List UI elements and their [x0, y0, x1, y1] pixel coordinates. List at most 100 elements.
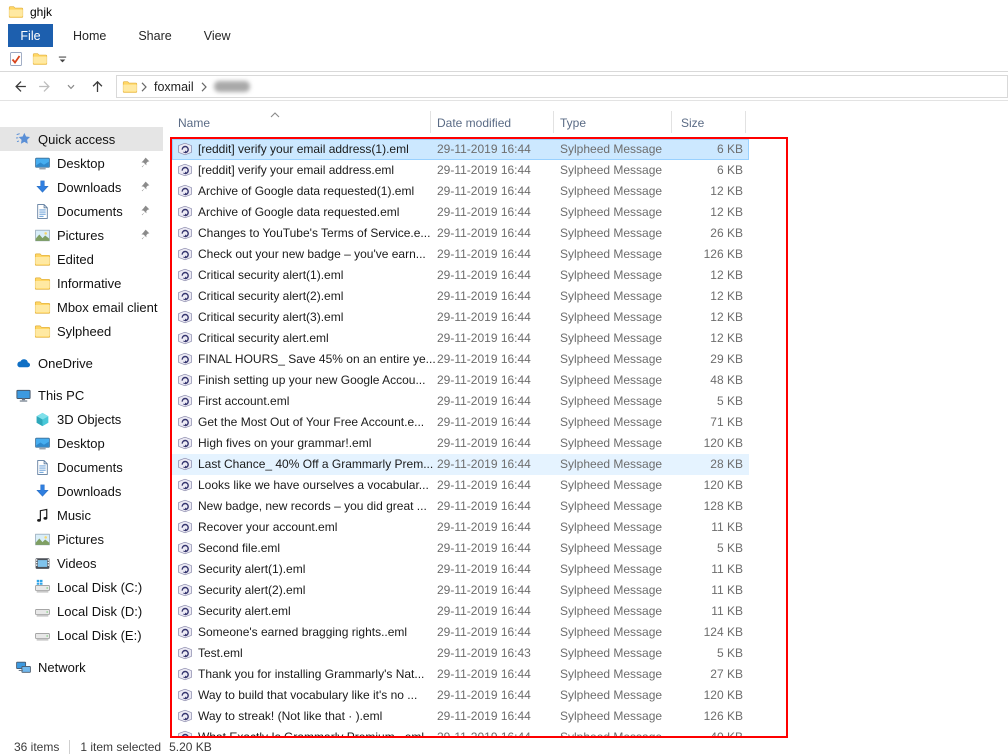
column-header-date-modified[interactable]: Date modified [437, 116, 511, 130]
table-row[interactable]: Critical security alert(2).eml 29-11-201… [172, 286, 749, 307]
column-divider[interactable] [745, 111, 746, 133]
tab-share[interactable]: Share [126, 24, 183, 47]
table-row[interactable]: Security alert.eml 29-11-2019 16:44 Sylp… [172, 601, 749, 622]
file-name: Way to build that vocabulary like it's n… [198, 688, 436, 702]
title-bar: ghjk [0, 0, 1008, 24]
table-row[interactable]: Recover your account.eml 29-11-2019 16:4… [172, 517, 749, 538]
table-row[interactable]: Way to streak! (Not like that · ).eml 29… [172, 706, 749, 727]
sidebar-item-documents[interactable]: Documents [0, 455, 163, 479]
sidebar-item-documents[interactable]: Documents [0, 199, 163, 223]
file-explorer-window: ghjk File Home Share View foxmail Quick … [0, 0, 1008, 756]
file-date-modified: 29-11-2019 16:44 [437, 205, 557, 219]
sidebar-item-downloads[interactable]: Downloads [0, 479, 163, 503]
table-row[interactable]: Critical security alert(3).eml 29-11-201… [172, 307, 749, 328]
file-date-modified: 29-11-2019 16:44 [437, 247, 557, 261]
file-name: Critical security alert(1).eml [198, 268, 436, 282]
main-area: Quick access Desktop Downloads Documents… [0, 102, 1008, 738]
table-row[interactable]: [reddit] verify your email address.eml 2… [172, 160, 749, 181]
new-folder-icon[interactable] [32, 51, 48, 67]
this-pc-icon [15, 387, 32, 404]
table-row[interactable]: Critical security alert(1).eml 29-11-201… [172, 265, 749, 286]
file-date-modified: 29-11-2019 16:44 [437, 352, 557, 366]
table-row[interactable]: FINAL HOURS_ Save 45% on an entire ye...… [172, 349, 749, 370]
column-divider[interactable] [430, 111, 431, 133]
sidebar-item-music[interactable]: Music [0, 503, 163, 527]
table-row[interactable]: Way to build that vocabulary like it's n… [172, 685, 749, 706]
file-size: 6 KB [642, 163, 743, 177]
table-row[interactable]: High fives on your grammar!.eml 29-11-20… [172, 433, 749, 454]
file-name: Recover your account.eml [198, 520, 436, 534]
table-row[interactable]: Archive of Google data requested(1).eml … [172, 181, 749, 202]
file-name: Looks like we have ourselves a vocabular… [198, 478, 436, 492]
recent-locations-chevron-icon[interactable] [58, 75, 84, 99]
table-row[interactable]: First account.eml 29-11-2019 16:44 Sylph… [172, 391, 749, 412]
back-icon[interactable] [6, 75, 32, 99]
file-date-modified: 29-11-2019 16:44 [437, 541, 557, 555]
sidebar-item-onedrive[interactable]: OneDrive [0, 351, 163, 375]
table-row[interactable]: Check out your new badge – you've earn..… [172, 244, 749, 265]
sidebar-item-downloads[interactable]: Downloads [0, 175, 163, 199]
column-header-type[interactable]: Type [560, 116, 586, 130]
file-name: Thank you for installing Grammarly's Nat… [198, 667, 436, 681]
column-divider[interactable] [671, 111, 672, 133]
table-row[interactable]: [reddit] verify your email address(1).em… [172, 139, 749, 160]
file-name: Security alert.eml [198, 604, 436, 618]
table-row[interactable]: Thank you for installing Grammarly's Nat… [172, 664, 749, 685]
sidebar-item-3d-objects[interactable]: 3D Objects [0, 407, 163, 431]
table-row[interactable]: Someone's earned bragging rights..eml 29… [172, 622, 749, 643]
tab-home[interactable]: Home [61, 24, 118, 47]
file-name: High fives on your grammar!.eml [198, 436, 436, 450]
table-row[interactable]: New badge, new records – you did great .… [172, 496, 749, 517]
table-row[interactable]: Critical security alert.eml 29-11-2019 1… [172, 328, 749, 349]
onedrive-icon [15, 355, 32, 372]
sidebar-item-videos[interactable]: Videos [0, 551, 163, 575]
sidebar-item-this-pc[interactable]: This PC [0, 383, 163, 407]
table-row[interactable]: Looks like we have ourselves a vocabular… [172, 475, 749, 496]
table-row[interactable]: What Exactly Is Grammarly Premium_.eml 2… [172, 727, 749, 737]
table-row[interactable]: Security alert(1).eml 29-11-2019 16:44 S… [172, 559, 749, 580]
sidebar-item-mbox-email-client[interactable]: Mbox email client [0, 295, 163, 319]
sylpheed-message-icon [177, 561, 193, 577]
sylpheed-message-icon [177, 267, 193, 283]
column-header-name[interactable]: Name [178, 116, 210, 130]
table-row[interactable]: Finish setting up your new Google Accou.… [172, 370, 749, 391]
sidebar-item-local-disk-d[interactable]: Local Disk (D:) [0, 599, 163, 623]
sidebar-item-pictures[interactable]: Pictures [0, 223, 163, 247]
sidebar-item-informative[interactable]: Informative [0, 271, 163, 295]
documents-icon [34, 459, 51, 476]
tab-view[interactable]: View [192, 24, 243, 47]
properties-check-icon[interactable] [8, 51, 24, 67]
file-date-modified: 29-11-2019 16:44 [437, 163, 557, 177]
breadcrumb-foxmail[interactable]: foxmail [150, 80, 198, 94]
table-row[interactable]: Get the Most Out of Your Free Account.e.… [172, 412, 749, 433]
address-box[interactable]: foxmail [116, 75, 1008, 98]
sidebar-item-desktop[interactable]: Desktop [0, 151, 163, 175]
file-size: 5 KB [642, 541, 743, 555]
file-date-modified: 29-11-2019 16:44 [437, 478, 557, 492]
table-row[interactable]: Archive of Google data requested.eml 29-… [172, 202, 749, 223]
up-icon[interactable] [84, 75, 110, 99]
file-list: [reddit] verify your email address(1).em… [172, 139, 749, 737]
sidebar-item-local-disk-e[interactable]: Local Disk (E:) [0, 623, 163, 647]
sidebar-item-pictures[interactable]: Pictures [0, 527, 163, 551]
forward-icon [32, 75, 58, 99]
tab-file[interactable]: File [8, 24, 53, 47]
customize-qat-icon[interactable] [56, 53, 69, 66]
sidebar-item-desktop[interactable]: Desktop [0, 431, 163, 455]
table-row[interactable]: Test.eml 29-11-2019 16:43 Sylpheed Messa… [172, 643, 749, 664]
table-row[interactable]: Security alert(2).eml 29-11-2019 16:44 S… [172, 580, 749, 601]
table-row[interactable]: Last Chance_ 40% Off a Grammarly Prem...… [172, 454, 749, 475]
table-row[interactable]: Changes to YouTube's Terms of Service.e.… [172, 223, 749, 244]
sidebar-item-edited[interactable]: Edited [0, 247, 163, 271]
breadcrumb-redacted-segment[interactable] [214, 81, 250, 92]
sidebar-item-sylpheed[interactable]: Sylpheed [0, 319, 163, 343]
sidebar-item-local-disk-c[interactable]: Local Disk (C:) [0, 575, 163, 599]
table-row[interactable]: Second file.eml 29-11-2019 16:44 Sylphee… [172, 538, 749, 559]
file-size: 5 KB [642, 646, 743, 660]
file-name: Way to streak! (Not like that · ).eml [198, 709, 436, 723]
column-header-size[interactable]: Size [681, 116, 704, 130]
file-size: 12 KB [642, 205, 743, 219]
column-divider[interactable] [553, 111, 554, 133]
sidebar-item-network[interactable]: Network [0, 655, 163, 679]
sidebar-item-quick-access[interactable]: Quick access [0, 127, 163, 151]
